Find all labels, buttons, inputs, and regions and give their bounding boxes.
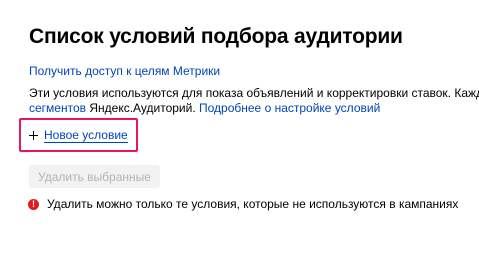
description-line-1: Эти условия используются для показа объя… [29, 86, 479, 100]
description: Эти условия используются для показа объя… [29, 86, 479, 116]
description-mid-text: Яндекс.Аудиторий. [86, 101, 199, 115]
description-line-2: сегментов Яндекс.Аудиторий. Подробнее о … [29, 101, 479, 116]
segments-link[interactable]: сегментов [29, 101, 86, 115]
page-title: Список условий подбора аудитории [29, 25, 403, 48]
exclamation-icon: ! [28, 198, 39, 210]
new-condition-label: Новое условие [44, 128, 128, 143]
metrika-access-link[interactable]: Получить доступ к целям Метрики [29, 64, 220, 78]
plus-icon [29, 131, 38, 140]
audience-conditions-page: Список условий подбора аудитории Получит… [0, 0, 479, 270]
settings-help-link[interactable]: Подробнее о настройке условий [199, 101, 380, 115]
delete-selected-button[interactable]: Удалить выбранные [29, 165, 160, 188]
new-condition-button[interactable]: Новое условие [29, 128, 128, 143]
warning-message: ! Удалить можно только те условия, котор… [28, 197, 458, 211]
warning-text: Удалить можно только те условия, которые… [47, 197, 459, 211]
